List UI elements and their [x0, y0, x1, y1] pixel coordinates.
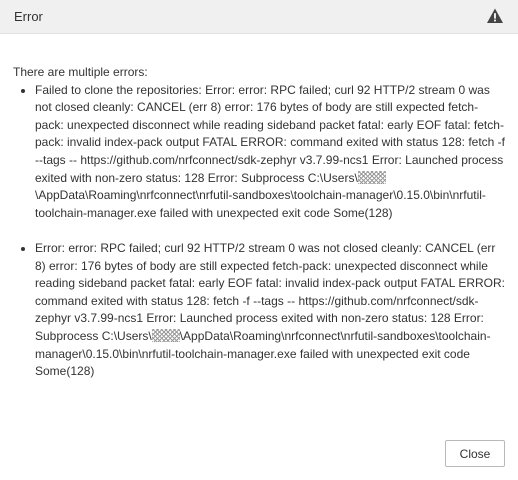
error-list: Failed to clone the repositories: Error:…: [13, 82, 505, 381]
dialog-title: Error: [14, 9, 43, 24]
error-message-part: Failed to clone the repositories: Error:…: [35, 82, 505, 185]
warning-icon: [487, 8, 503, 23]
redacted-username: [357, 170, 386, 184]
close-button[interactable]: Close: [445, 440, 505, 467]
error-message-part: \AppData\Roaming\nrfconnect\nrfutil-sand…: [35, 188, 486, 220]
error-list-item: Failed to clone the repositories: Error:…: [21, 82, 505, 223]
dialog-body: There are multiple errors: Failed to clo…: [13, 64, 505, 398]
error-dialog: Error There are multiple errors: Failed …: [0, 0, 518, 480]
dialog-header: Error: [0, 0, 518, 34]
error-intro: There are multiple errors:: [13, 65, 148, 79]
error-list-item: Error: error: RPC failed; curl 92 HTTP/2…: [21, 240, 506, 381]
error-message-part: Error: error: RPC failed; curl 92 HTTP/2…: [35, 240, 506, 343]
redacted-username: [151, 328, 180, 342]
